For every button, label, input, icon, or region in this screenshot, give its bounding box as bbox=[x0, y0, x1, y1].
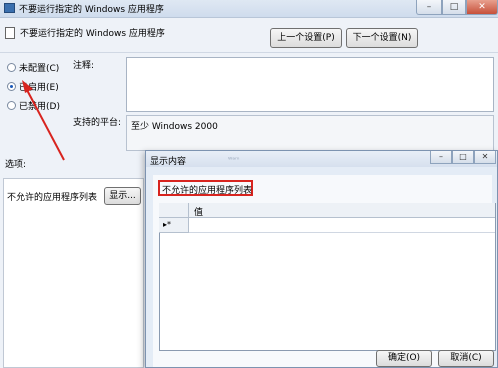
new-row-marker: ▸* bbox=[163, 220, 172, 229]
annotation-arrow-line bbox=[26, 89, 65, 161]
grid-column-header-label: 值 bbox=[194, 208, 204, 218]
dialog-maximize-button[interactable]: □ bbox=[452, 151, 474, 164]
dialog-close-button[interactable]: ✕ bbox=[474, 151, 496, 164]
annotation-arrow-head bbox=[22, 80, 33, 93]
show-contents-dialog: 显示内容 ᵂᵃᵐ – □ ✕ 不允许的应用程序列表 值 ▸* 确定(O) 取消(… bbox=[145, 150, 498, 368]
grid-header-corner bbox=[159, 203, 189, 218]
dialog-title: 显示内容 bbox=[150, 157, 187, 167]
grid-value-cell[interactable] bbox=[189, 218, 495, 233]
list-title: 不允许的应用程序列表 bbox=[162, 186, 253, 196]
dialog-title-bar: 显示内容 ᵂᵃᵐ – □ ✕ bbox=[146, 151, 497, 167]
dialog-faint-text: ᵂᵃᵐ bbox=[228, 156, 240, 164]
ok-button[interactable]: 确定(O) bbox=[376, 350, 432, 367]
grid-column-header[interactable] bbox=[189, 203, 495, 218]
cancel-button[interactable]: 取消(C) bbox=[438, 350, 494, 367]
dialog-minimize-button[interactable]: – bbox=[430, 151, 452, 164]
